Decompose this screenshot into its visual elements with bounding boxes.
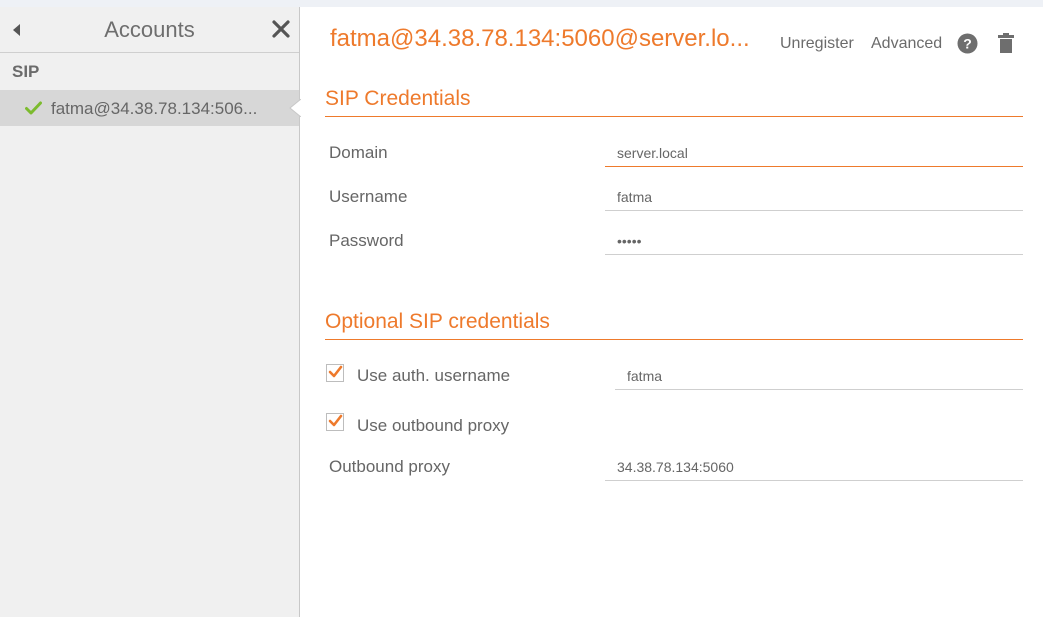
window-top-strip [0, 0, 1043, 7]
sidebar-title: Accounts [104, 17, 195, 42]
trash-icon[interactable] [998, 33, 1014, 53]
use-outbound-proxy-label[interactable]: Use outbound proxy [357, 416, 509, 436]
checkmark-icon [25, 101, 42, 115]
outbound-proxy-input[interactable] [605, 453, 1023, 481]
optional-credentials-heading: Optional SIP credentials [325, 310, 550, 333]
use-auth-username-label[interactable]: Use auth. username [357, 366, 510, 386]
auth-username-input[interactable] [615, 362, 1023, 390]
advanced-button[interactable]: Advanced [871, 35, 942, 53]
account-details-panel: fatma@34.38.78.134:5060@server.lo... Unr… [300, 7, 1043, 617]
sidebar-item-account[interactable]: fatma@34.38.78.134:506... [0, 90, 301, 126]
domain-label: Domain [329, 143, 388, 162]
username-input[interactable] [605, 183, 1023, 211]
help-icon[interactable]: ? [957, 33, 978, 54]
username-label: Username [329, 187, 408, 206]
sidebar-account-label: fatma@34.38.78.134:506... [51, 99, 258, 118]
sip-credentials-divider [325, 116, 1023, 117]
unregister-button[interactable]: Unregister [780, 35, 854, 53]
sidebar-header: Accounts [0, 7, 299, 53]
use-auth-username-checkbox[interactable] [326, 364, 344, 382]
password-label: Password [329, 231, 404, 250]
account-title: fatma@34.38.78.134:5060@server.lo... [330, 25, 750, 52]
outbound-proxy-label: Outbound proxy [329, 457, 450, 476]
close-icon[interactable] [271, 19, 291, 39]
svg-text:?: ? [963, 36, 972, 52]
accounts-sidebar: Accounts SIP fatma@34.38.78.134:506... [0, 7, 301, 617]
password-input[interactable] [605, 227, 1023, 255]
sidebar-section-sip: SIP [12, 62, 40, 81]
optional-credentials-divider [325, 339, 1023, 340]
sip-credentials-heading: SIP Credentials [325, 87, 471, 110]
use-outbound-proxy-checkbox[interactable] [326, 413, 344, 431]
domain-input[interactable] [605, 139, 1023, 167]
